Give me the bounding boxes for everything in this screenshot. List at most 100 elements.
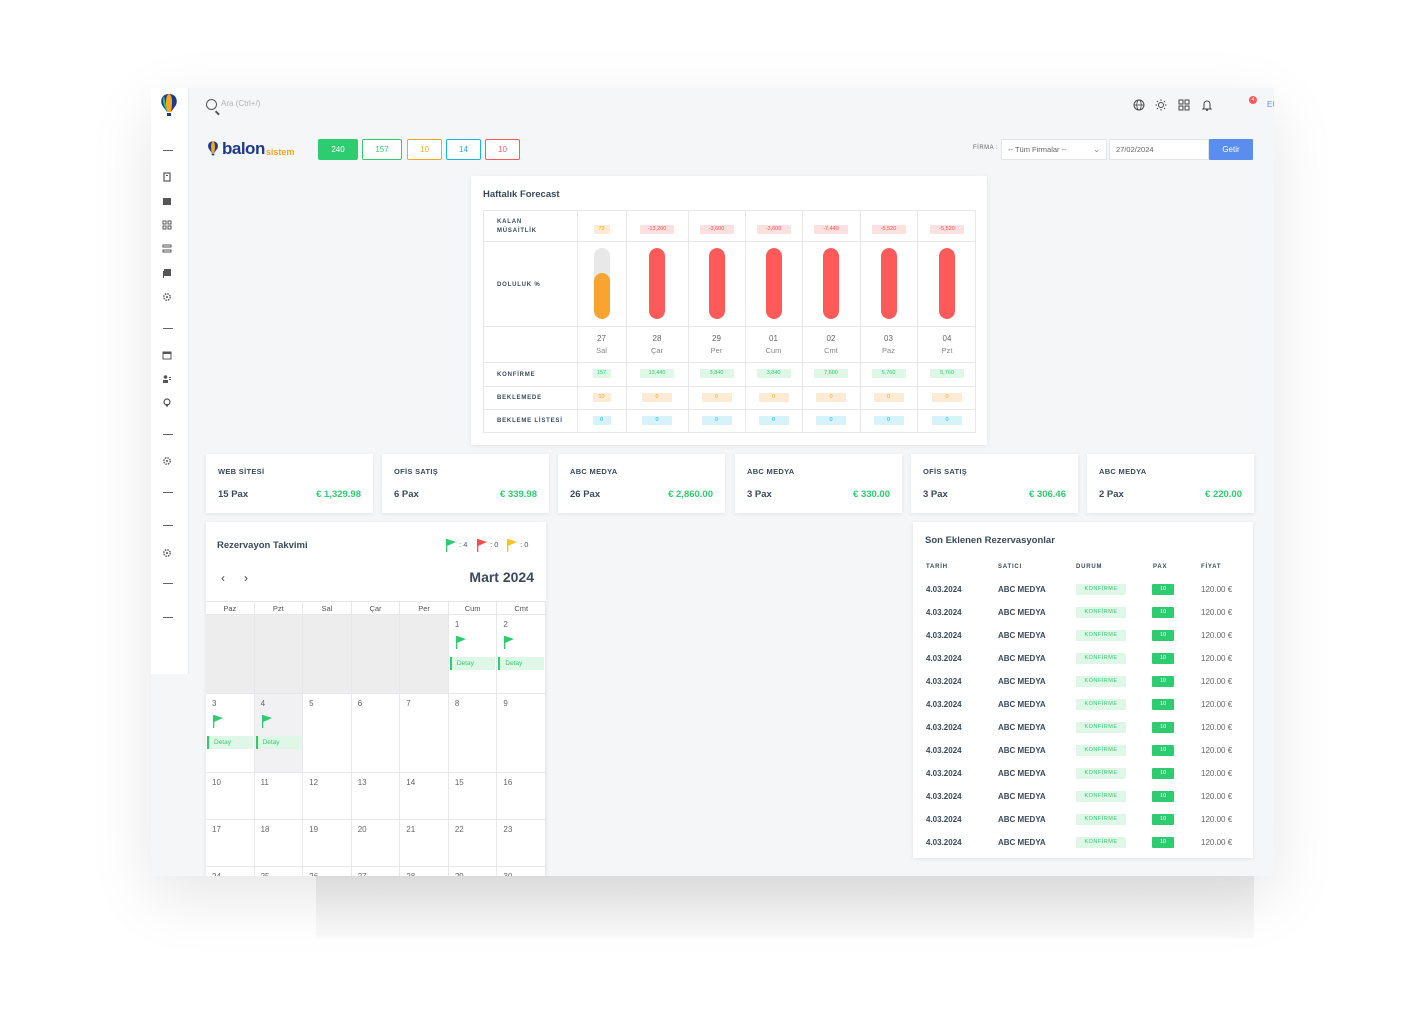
gear-icon[interactable]	[162, 456, 172, 466]
detail-button[interactable]: Detay	[207, 736, 253, 749]
search-icon[interactable]	[206, 99, 217, 110]
calendar-day[interactable]: 1 Detay	[448, 615, 498, 694]
apps-grid-icon[interactable]	[1178, 99, 1190, 111]
calendar-day[interactable]: 21	[400, 820, 449, 867]
availability-value: -5,520	[871, 225, 906, 234]
users-icon[interactable]	[162, 374, 172, 384]
calendar-day[interactable]: 27	[352, 867, 401, 876]
sales-channel-name: ABC MEDYA	[570, 467, 618, 476]
calendar-day-empty	[400, 615, 449, 694]
calendar-day[interactable]: 4 Detay	[254, 694, 304, 773]
calendar-day[interactable]: 30	[497, 867, 546, 876]
calendar-day[interactable]: 15	[448, 773, 498, 820]
stat-button[interactable]: 157	[362, 139, 402, 160]
table-row[interactable]: 4.03.2024 ABC MEDYA KONFİRME 10 120.00 €	[913, 624, 1253, 647]
table-row[interactable]: 4.03.2024 ABC MEDYA KONFİRME 10 120.00 €	[913, 578, 1253, 601]
sales-pax: 15 Pax	[218, 489, 249, 500]
reservation-price: 120.00 €	[1201, 654, 1233, 663]
day-name: Paz	[882, 346, 895, 355]
date-input[interactable]: 27/02/2024	[1109, 139, 1209, 160]
gear-icon[interactable]	[162, 292, 172, 302]
calendar-day[interactable]: 13	[351, 773, 401, 820]
table-row[interactable]: 4.03.2024 ABC MEDYA KONFİRME 10 120.00 €	[913, 762, 1253, 785]
sales-channel-card[interactable]: ABC MEDYA 2 Pax € 220.00	[1087, 454, 1254, 513]
calendar-day[interactable]: 3 Detay	[206, 694, 255, 773]
stat-button[interactable]: 14	[446, 139, 481, 160]
bell-icon[interactable]	[1201, 99, 1213, 111]
table-row[interactable]: 4.03.2024 ABC MEDYA KONFİRME 10 120.00 €	[913, 831, 1253, 854]
calendar-day[interactable]: 28	[400, 867, 449, 876]
sales-channel-card[interactable]: WEB SİTESİ 15 Pax € 1,329.98	[206, 454, 373, 513]
calendar-day[interactable]: 11	[254, 773, 304, 820]
calendar-month: Mart 2024	[469, 569, 534, 585]
calendar-day[interactable]: 29	[449, 867, 498, 876]
detail-button[interactable]: Detay	[498, 657, 544, 670]
sales-channel-card[interactable]: OFİS SATIŞ 6 Pax € 339.98	[382, 454, 549, 513]
getir-button[interactable]: Getir	[1209, 139, 1253, 160]
table-divider	[688, 211, 689, 432]
search-input[interactable]: Ara (Ctrl+/)	[221, 99, 260, 108]
next-month-button[interactable]: ›	[244, 571, 248, 585]
calendar-day[interactable]: 18	[254, 820, 304, 867]
calendar-icon[interactable]	[162, 350, 172, 360]
calendar-day[interactable]: 17	[206, 820, 255, 867]
sun-icon[interactable]	[1155, 99, 1167, 111]
calendar-day[interactable]: 24	[206, 867, 255, 876]
calendar-day[interactable]: 14	[400, 773, 449, 820]
calendar-day[interactable]: 12	[303, 773, 352, 820]
stat-button[interactable]: 10	[407, 139, 442, 160]
calendar-day[interactable]: 25	[255, 867, 304, 876]
calendar-day-number: 2	[503, 620, 508, 629]
location-pin-icon[interactable]	[162, 398, 172, 408]
sales-pax: 6 Pax	[394, 489, 419, 500]
table-row[interactable]: 4.03.2024 ABC MEDYA KONFİRME 10 120.00 €	[913, 601, 1253, 624]
detail-button[interactable]: Detay	[255, 736, 302, 749]
calendar-day[interactable]: 9	[497, 694, 546, 773]
calendar-day[interactable]: 19	[303, 820, 352, 867]
table-row[interactable]: 4.03.2024 ABC MEDYA KONFİRME 10 120.00 €	[913, 739, 1253, 762]
table-row[interactable]: 4.03.2024 ABC MEDYA KONFİRME 10 120.00 €	[913, 693, 1253, 716]
calendar-day[interactable]: 8	[448, 694, 498, 773]
language-selector[interactable]: EU	[1267, 100, 1274, 109]
calendar-day[interactable]: 5	[303, 694, 352, 773]
balloon-logo-icon[interactable]	[158, 92, 180, 120]
table-row[interactable]: 4.03.2024 ABC MEDYA KONFİRME 10 120.00 €	[913, 670, 1253, 693]
prev-month-button[interactable]: ‹	[221, 571, 225, 585]
calendar-day[interactable]: 20	[351, 820, 401, 867]
waitlist-value: 0	[701, 416, 732, 425]
gear-icon[interactable]	[162, 548, 172, 558]
detail-button[interactable]: Detay	[449, 657, 496, 670]
calendar-day[interactable]: 6	[351, 694, 401, 773]
reservation-date: 4.03.2024	[926, 769, 962, 778]
calendar-day[interactable]: 7	[400, 694, 449, 773]
sidebar-divider	[163, 583, 173, 584]
calendar-day[interactable]: 2 Detay	[497, 615, 546, 694]
table-row[interactable]: 4.03.2024 ABC MEDYA KONFİRME 10 120.00 €	[913, 716, 1253, 739]
calendar-day[interactable]: 26	[303, 867, 352, 876]
calendar-day[interactable]: 16	[497, 773, 546, 820]
calendar-day[interactable]: 22	[448, 820, 498, 867]
status-badge: KONFİRME	[1076, 745, 1126, 756]
green-flag-icon	[455, 635, 467, 654]
weekday-header: Paz	[206, 601, 255, 615]
calendar-day[interactable]: 23	[497, 820, 546, 867]
sales-channel-card[interactable]: ABC MEDYA 3 Pax € 330.00	[735, 454, 902, 513]
sales-channel-card[interactable]: ABC MEDYA 26 Pax € 2,860.00	[558, 454, 725, 513]
table-row[interactable]: 4.03.2024 ABC MEDYA KONFİRME 10 120.00 €	[913, 647, 1253, 670]
building-icon[interactable]	[162, 172, 172, 182]
sales-channel-card[interactable]: OFİS SATIŞ 3 Pax € 306.46	[911, 454, 1078, 513]
stat-button[interactable]: 240	[318, 139, 358, 160]
occupancy-bar-fill	[649, 248, 665, 319]
sidebar-divider	[163, 328, 173, 329]
calendar-icon[interactable]	[162, 196, 172, 206]
firma-select[interactable]: -- Tüm Firmalar -- ⌄	[1001, 139, 1107, 160]
list-icon[interactable]	[162, 244, 172, 254]
calendar-day[interactable]: 10	[206, 773, 255, 820]
table-row[interactable]: 4.03.2024 ABC MEDYA KONFİRME 10 120.00 €	[913, 808, 1253, 831]
sales-pax: 2 Pax	[1099, 489, 1124, 500]
table-row[interactable]: 4.03.2024 ABC MEDYA KONFİRME 10 120.00 €	[913, 785, 1253, 808]
grid-icon[interactable]	[162, 220, 172, 230]
globe-icon[interactable]	[1133, 99, 1145, 111]
book-icon[interactable]	[162, 268, 172, 278]
stat-button[interactable]: 10	[485, 139, 520, 160]
